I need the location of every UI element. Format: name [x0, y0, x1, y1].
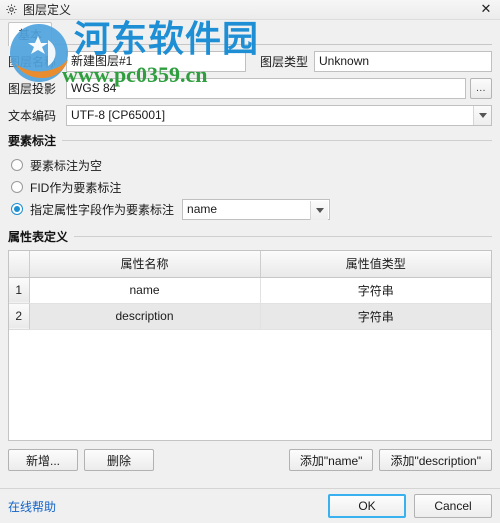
cell-attr-name[interactable]: description: [29, 303, 261, 330]
text-encoding-label: 文本编码: [8, 109, 57, 123]
layer-definition-dialog: 图层定义 ✕ 基本 图层名称 新建图层#1 图层类型 Unknown 图层投影 …: [0, 0, 500, 523]
feature-label-group-title: 要素标注: [8, 134, 57, 148]
layer-type-label: 图层类型: [260, 55, 309, 69]
radio-field-icon[interactable]: [11, 203, 23, 215]
table-row[interactable]: 1 name 字符串: [9, 277, 491, 304]
layer-projection-label: 图层投影: [8, 82, 57, 96]
attribute-table-group-title: 属性表定义: [8, 230, 69, 244]
cancel-button[interactable]: Cancel: [414, 494, 492, 518]
column-header-corner: [9, 251, 30, 278]
table-actions-bar: 新增... 删除 添加"name" 添加"description": [8, 448, 492, 472]
layer-type-input[interactable]: Unknown: [314, 51, 492, 72]
attribute-table[interactable]: 属性名称 属性值类型 1 name 字符串 2 description 字符串: [8, 250, 492, 441]
layer-name-input[interactable]: 新建图层#1: [66, 51, 246, 72]
cell-attr-name[interactable]: name: [29, 277, 261, 304]
radio-option-fid[interactable]: FID作为要素标注: [8, 176, 492, 198]
table-row[interactable]: 2 description 字符串: [9, 303, 491, 330]
table-empty-area[interactable]: [9, 330, 491, 441]
gear-icon: [5, 3, 18, 16]
radio-field-label[interactable]: 指定属性字段作为要素标注: [30, 201, 174, 218]
close-icon[interactable]: ✕: [476, 1, 496, 19]
add-description-field-button[interactable]: 添加"description": [379, 449, 492, 471]
attribute-table-group-header: 属性表定义: [8, 228, 492, 245]
chevron-down-icon[interactable]: [473, 106, 491, 125]
delete-attribute-button[interactable]: 删除: [84, 449, 154, 471]
radio-empty-icon[interactable]: [11, 159, 23, 171]
column-header-name[interactable]: 属性名称: [29, 251, 261, 278]
radio-option-empty[interactable]: 要素标注为空: [8, 154, 492, 176]
feature-label-group: 要素标注 要素标注为空 FID作为要素标注 指定属性字段作为要素标注 name: [8, 132, 492, 220]
basic-form: 图层名称 新建图层#1 图层类型 Unknown 图层投影 WGS 84 ...…: [8, 45, 492, 126]
ok-button[interactable]: OK: [328, 494, 406, 518]
cell-attr-type[interactable]: 字符串: [260, 303, 491, 330]
group-divider: [74, 236, 492, 237]
title-bar: 图层定义 ✕: [0, 0, 500, 20]
dialog-footer: 在线帮助 OK Cancel: [0, 489, 500, 523]
radio-empty-label[interactable]: 要素标注为空: [30, 157, 102, 174]
chevron-down-icon[interactable]: [310, 200, 329, 220]
attribute-table-group: 属性表定义 属性名称 属性值类型 1 name 字符串 2 descriptio…: [8, 228, 492, 441]
tab-basic[interactable]: 基本: [8, 22, 53, 46]
tab-strip-rule: [52, 44, 492, 45]
radio-fid-icon[interactable]: [11, 181, 23, 193]
tab-strip: 基本: [8, 22, 492, 46]
group-divider: [62, 140, 492, 141]
layer-name-label: 图层名称: [8, 55, 57, 69]
add-name-field-button[interactable]: 添加"name": [288, 449, 374, 471]
layer-name-row: 图层名称 新建图层#1 图层类型 Unknown: [8, 51, 492, 72]
column-header-type[interactable]: 属性值类型: [260, 251, 491, 278]
table-header-row: 属性名称 属性值类型: [9, 251, 491, 278]
layer-projection-row: 图层投影 WGS 84 ...: [8, 78, 492, 99]
row-number[interactable]: 2: [9, 303, 30, 330]
online-help-link[interactable]: 在线帮助: [8, 498, 56, 515]
text-encoding-value: UTF-8 [CP65001]: [66, 105, 492, 126]
text-encoding-row: 文本编码 UTF-8 [CP65001]: [8, 105, 492, 126]
layer-projection-input[interactable]: WGS 84: [66, 78, 466, 99]
row-number[interactable]: 1: [9, 277, 30, 304]
add-attribute-button[interactable]: 新增...: [8, 449, 78, 471]
window-title: 图层定义: [23, 3, 72, 17]
text-encoding-combo[interactable]: UTF-8 [CP65001]: [66, 105, 492, 126]
feature-label-group-header: 要素标注: [8, 132, 492, 149]
browse-projection-button[interactable]: ...: [470, 78, 492, 99]
radio-fid-label[interactable]: FID作为要素标注: [30, 179, 121, 196]
dialog-content: 基本 图层名称 新建图层#1 图层类型 Unknown 图层投影 WGS 84 …: [0, 20, 500, 481]
label-field-combo-value: name: [187, 201, 218, 216]
cell-attr-type[interactable]: 字符串: [260, 277, 491, 304]
radio-option-field[interactable]: 指定属性字段作为要素标注 name: [8, 198, 492, 220]
label-field-combo[interactable]: name: [182, 198, 331, 220]
